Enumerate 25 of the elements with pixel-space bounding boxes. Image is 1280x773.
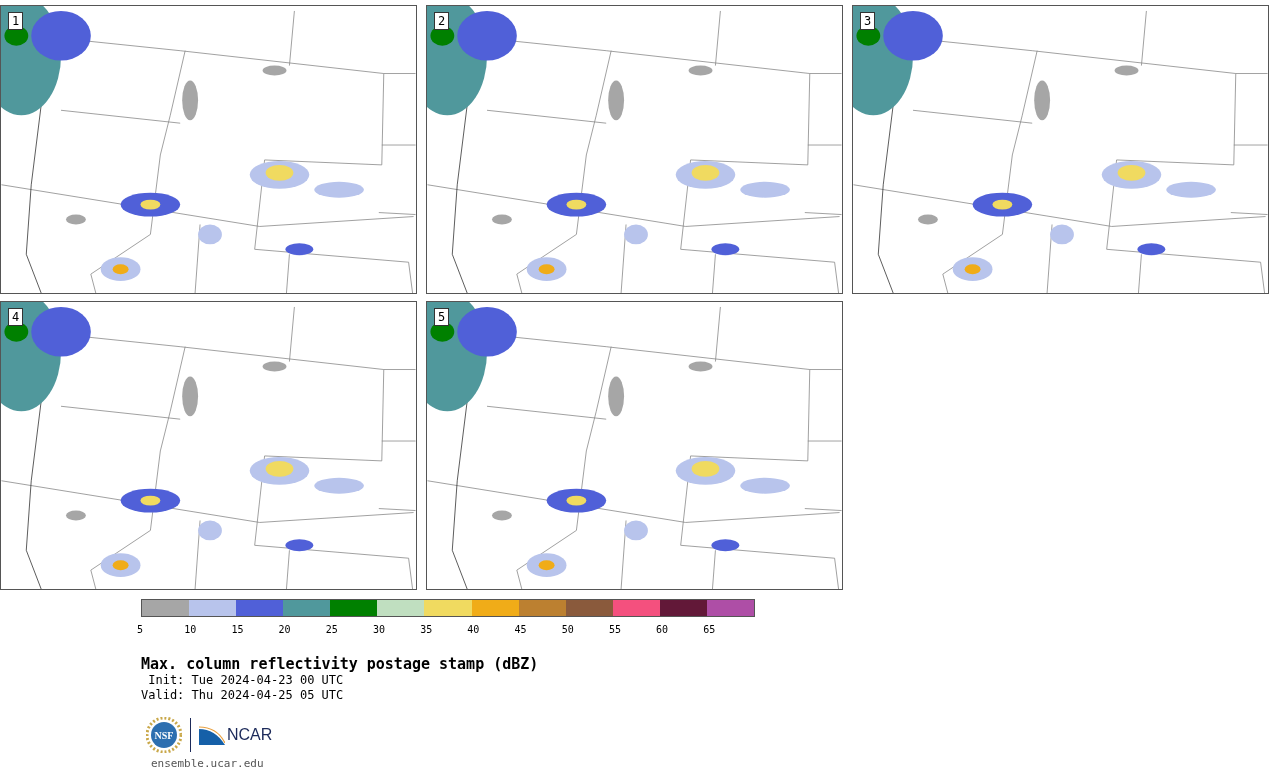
tick-label: 60 [656,624,670,635]
init-time: Init: Tue 2024-04-23 00 UTC [147,673,345,688]
panel-number: 5 [434,308,450,326]
tick-label: 55 [608,624,622,635]
tick-label: 25 [325,624,339,635]
tick-label: 5 [137,624,145,635]
ncar-swoosh-icon [199,725,225,745]
tick-label: 45 [514,624,528,635]
nsf-logo: NSF [146,717,182,753]
tick-label: 65 [703,624,717,635]
tick-label: 10 [184,624,198,635]
ncar-logo-text: NCAR [227,726,273,744]
tick-label: 35 [420,624,434,635]
website-url: ensemble.ucar.edu [151,757,265,770]
chart-title: Max. column reflectivity postage stamp (dBZ) [141,655,540,673]
panel-number: 1 [8,12,24,30]
panel-number: 4 [8,308,24,326]
panel-number: 2 [434,12,450,30]
tick-label: 15 [231,624,245,635]
tick-label: 20 [278,624,292,635]
valid-time: Valid: Thu 2024-04-25 05 UTC [141,688,345,703]
panel-number: 3 [860,12,876,30]
tick-label: 50 [561,624,575,635]
tick-label: 30 [372,624,386,635]
tick-label: 40 [467,624,481,635]
